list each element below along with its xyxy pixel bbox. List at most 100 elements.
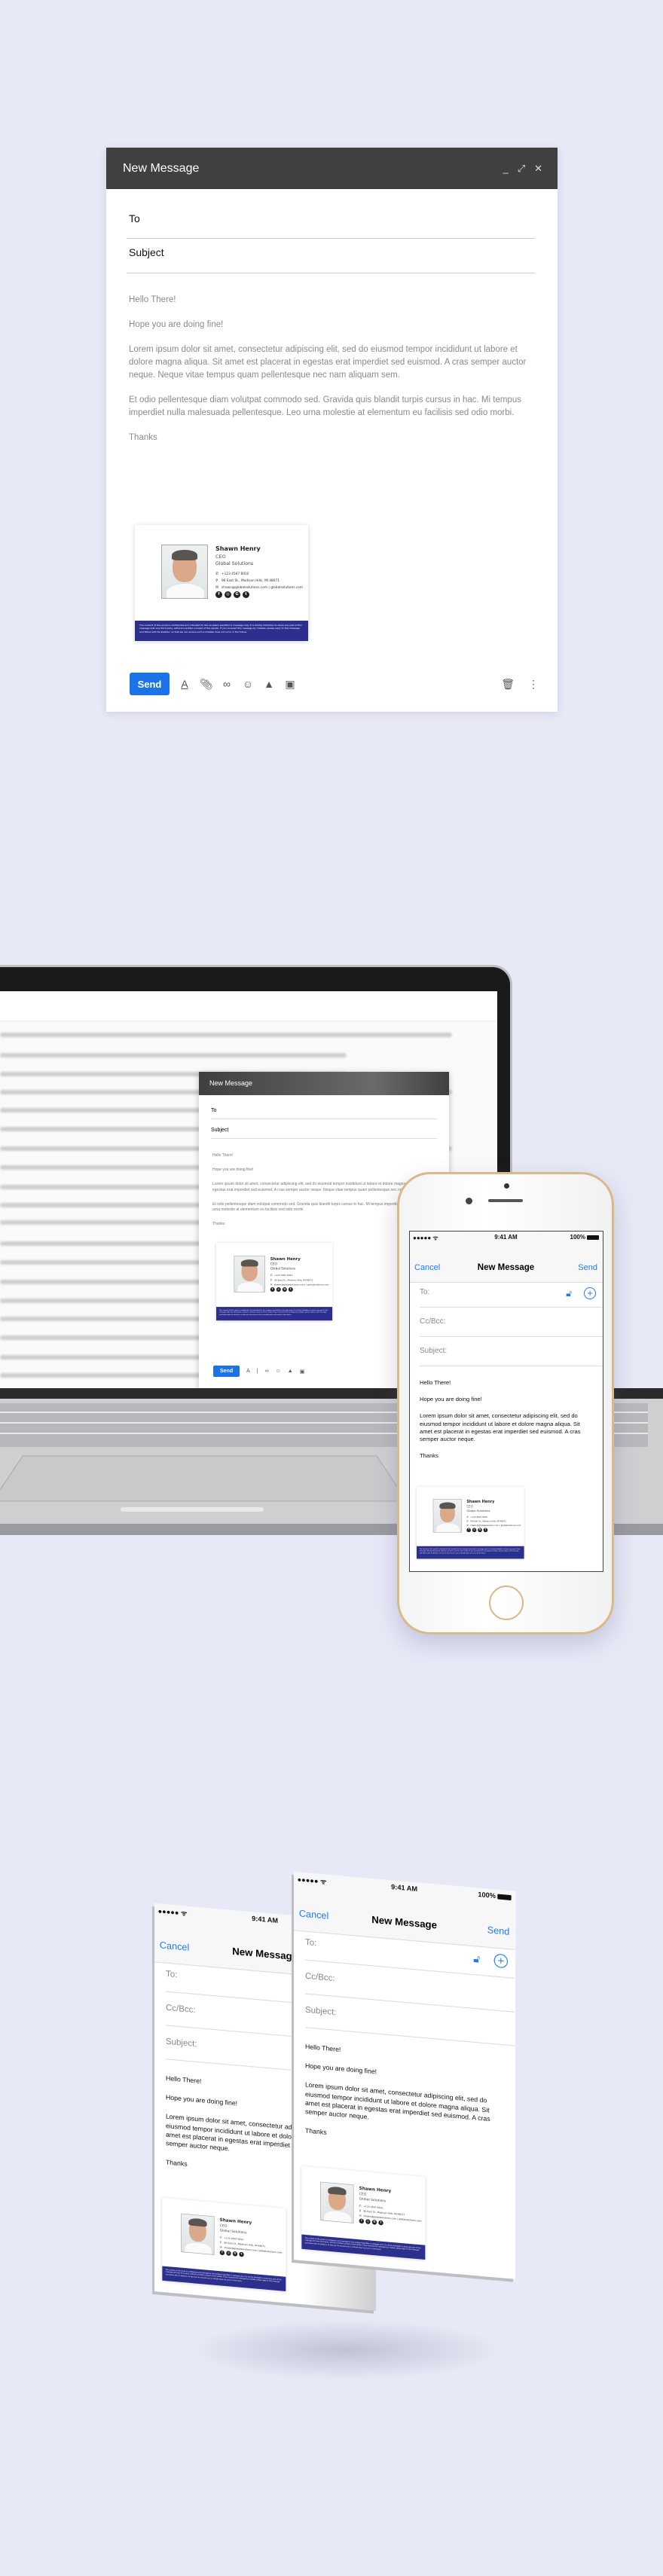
- google-plus-icon[interactable]: G: [234, 591, 240, 598]
- signature-disclaimer: The content of this email is confidentia…: [135, 621, 308, 641]
- send-button[interactable]: Send: [578, 1263, 597, 1272]
- compose-header: New Message _ ⤢ ✕: [106, 148, 558, 189]
- email-icon: ✉: [215, 585, 219, 590]
- to-field[interactable]: To: [211, 1108, 437, 1119]
- to-field[interactable]: To: [127, 212, 535, 239]
- close-icon[interactable]: ✕: [534, 163, 542, 175]
- nav-title: New Message: [477, 1263, 535, 1272]
- home-button[interactable]: [489, 1586, 524, 1620]
- signature-address: 96 East St., Madison Hills, MI 48071: [274, 1279, 313, 1282]
- link-icon[interactable]: ∞: [265, 1369, 269, 1374]
- nav-title: New Message: [371, 1915, 438, 1931]
- instagram-icon[interactable]: ◎: [365, 2219, 371, 2225]
- signature-title: CEO: [466, 1504, 473, 1509]
- email-signature: Shawn Henry CEO Global Solutions ✆ +123 4…: [216, 1243, 333, 1321]
- add-contact-icon[interactable]: +: [584, 1287, 596, 1299]
- signature-title: CEO: [219, 2223, 228, 2229]
- twitter-icon[interactable]: t: [243, 591, 249, 598]
- signature-company: Global Solutions: [466, 1509, 490, 1513]
- ccbcc-field[interactable]: Cc/Bcc:: [420, 1317, 602, 1337]
- compose-window: New Message _ ⤢ ✕ To Subject Hello There…: [106, 148, 558, 712]
- phone-screen-front: ●●●●● ᯤ 9:41 AM 100% Cancel New Message …: [294, 1872, 515, 2279]
- signature-disclaimer: The content of this email is confidentia…: [162, 2266, 286, 2292]
- instagram-icon[interactable]: ◎: [276, 1286, 281, 1292]
- drive-icon[interactable]: ▲: [288, 1369, 293, 1374]
- ios-nav-bar: ●●●●● ᯤ 9:41 AM 100% Cancel New Message …: [294, 1872, 515, 1950]
- message-body[interactable]: Hello There! Hope you are doing fine! Lo…: [305, 2043, 504, 2163]
- signature-phone: +123 4567 8910: [470, 1516, 487, 1519]
- to-field[interactable]: To: 🔓︎ +: [420, 1287, 602, 1308]
- add-contact-icon[interactable]: +: [493, 1953, 509, 1969]
- camera-icon: [466, 1198, 472, 1204]
- signature-email-web[interactable]: shawn@globalsolutions.com | globalsoluti…: [470, 1525, 521, 1527]
- subject-field[interactable]: Subject:: [420, 1347, 602, 1366]
- compose-toolbar: Send A 📎︎ ∞ ☺ ▲ ▣ 🗑︎ ⋮: [130, 673, 539, 695]
- profile-photo: [161, 545, 208, 599]
- emoji-icon[interactable]: ☺: [276, 1369, 281, 1374]
- emoji-icon[interactable]: ☺: [242, 678, 254, 690]
- ccbcc-field[interactable]: Cc/Bcc:: [304, 1971, 515, 2013]
- facebook-icon[interactable]: f: [466, 1528, 471, 1533]
- google-plus-icon[interactable]: G: [282, 1286, 287, 1292]
- email-signature: Shawn Henry CEO Global Solutions ✆ +123 4…: [135, 525, 308, 641]
- signature-email-web[interactable]: shawn@globalsolutions.com | globalsoluti…: [222, 586, 303, 590]
- profile-photo: [181, 2213, 215, 2255]
- minimize-icon[interactable]: _: [503, 163, 508, 175]
- drive-icon[interactable]: ▲: [263, 678, 275, 690]
- photo-icon[interactable]: ▣: [284, 678, 296, 691]
- instagram-icon[interactable]: ◎: [472, 1528, 477, 1533]
- send-button[interactable]: Send: [487, 1925, 510, 1937]
- subject-field[interactable]: Subject: [127, 246, 535, 273]
- twitter-icon[interactable]: t: [483, 1528, 488, 1533]
- trash-icon[interactable]: 🗑︎: [501, 678, 515, 691]
- signature-address: 96 East St., Madison Hills, MI 48071: [222, 579, 280, 583]
- attach-icon[interactable]: 📎︎: [200, 678, 213, 691]
- shadow: [188, 2320, 505, 2380]
- message-body[interactable]: Hello There! Hope you are doing fine! Lo…: [129, 294, 527, 456]
- signature-phone: +123 4567 8910: [222, 572, 249, 576]
- instagram-icon[interactable]: ◎: [225, 591, 231, 598]
- send-button[interactable]: Send: [213, 1366, 240, 1377]
- signature-company: Global Solutions: [219, 2228, 247, 2235]
- signature-email-web[interactable]: shawn@globalsolutions.com | globalsoluti…: [274, 1283, 328, 1286]
- format-text-icon[interactable]: A: [179, 678, 191, 690]
- signature-phone: +123 4567 8910: [274, 1274, 293, 1277]
- google-plus-icon[interactable]: G: [232, 2251, 238, 2257]
- twitter-icon[interactable]: t: [239, 2251, 244, 2257]
- instagram-icon[interactable]: ◎: [226, 2251, 231, 2257]
- subject-field[interactable]: Subject: [211, 1128, 437, 1139]
- ios-nav-bar: ●●●●● ᯤ 9:41 AM 100% Cancel New Message …: [410, 1232, 602, 1283]
- attach-icon[interactable]: |: [257, 1369, 258, 1374]
- phone-icon: ✆: [215, 572, 219, 576]
- expand-icon[interactable]: ⤢: [518, 163, 525, 175]
- photo-icon[interactable]: ▣: [300, 1369, 305, 1375]
- facebook-icon[interactable]: f: [219, 2250, 225, 2256]
- signature-title: CEO: [215, 554, 226, 560]
- signature-name: Shawn Henry: [466, 1499, 495, 1504]
- link-icon[interactable]: ∞: [221, 678, 233, 690]
- iphone-frame: ●●●●● ᯤ 9:41 AM 100% Cancel New Message …: [397, 1172, 614, 1634]
- signature-disclaimer: The content of this email is confidentia…: [301, 2234, 426, 2260]
- compose-title: New Message: [123, 161, 200, 175]
- message-body[interactable]: Hello There! Hope you are doing fine! Lo…: [420, 1379, 593, 1469]
- lock-icon[interactable]: 🔓︎: [473, 1952, 480, 1966]
- more-icon[interactable]: ⋮: [528, 678, 539, 691]
- format-text-icon[interactable]: A: [246, 1369, 250, 1374]
- lock-icon[interactable]: 🔓︎: [566, 1288, 572, 1299]
- facebook-icon[interactable]: f: [215, 591, 222, 598]
- inbox-row[interactable]: [0, 1052, 347, 1058]
- subject-field[interactable]: Subject:: [304, 2005, 515, 2046]
- google-plus-icon[interactable]: G: [478, 1528, 482, 1533]
- inbox-row[interactable]: [0, 1033, 452, 1038]
- profile-photo: [320, 2181, 354, 2223]
- facebook-icon[interactable]: f: [359, 2218, 365, 2224]
- profile-photo: [432, 1499, 463, 1533]
- facebook-icon[interactable]: f: [270, 1286, 275, 1292]
- send-button[interactable]: Send: [130, 673, 170, 695]
- signature-name: Shawn Henry: [270, 1256, 301, 1262]
- google-plus-icon[interactable]: G: [371, 2219, 377, 2225]
- twitter-icon[interactable]: t: [378, 2220, 383, 2226]
- signature-company: Global Solutions: [270, 1267, 296, 1271]
- speaker-grille: [488, 1199, 523, 1202]
- twitter-icon[interactable]: t: [288, 1286, 293, 1292]
